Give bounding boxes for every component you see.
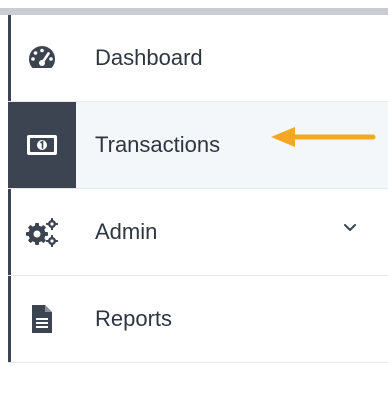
top-divider-bar <box>0 8 388 15</box>
transactions-icon-cell <box>8 102 76 188</box>
dashboard-gauge-icon <box>28 46 56 68</box>
sidebar-item-label: Dashboard <box>95 45 203 70</box>
sidebar-item-label: Admin <box>95 219 158 244</box>
dashboard-icon-cell <box>8 15 76 101</box>
document-icon <box>32 305 52 333</box>
chevron-down-icon[interactable] <box>343 223 357 233</box>
money-bill-icon <box>27 135 57 155</box>
sidebar-item-label: Transactions <box>95 132 221 157</box>
reports-icon-cell <box>8 276 76 362</box>
admin-icon-cell <box>8 189 76 275</box>
sidebar-item-dashboard[interactable]: Dashboard <box>8 15 388 102</box>
sidebar-item-admin[interactable]: Admin <box>8 189 388 276</box>
sidebar-item-reports[interactable]: Reports <box>8 276 388 363</box>
sidebar-item-label: Reports <box>95 306 173 331</box>
sidebar-item-transactions[interactable]: Transactions <box>8 102 388 189</box>
sidebar-nav: Dashboard Transactions Admin Reports <box>8 15 388 363</box>
pointing-arrow-icon <box>271 127 376 147</box>
gears-icon <box>26 218 58 247</box>
